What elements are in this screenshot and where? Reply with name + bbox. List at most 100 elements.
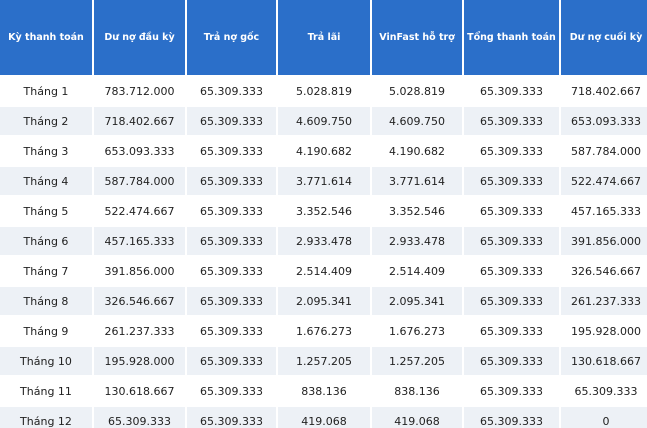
cell-opening-balance: 522.474.667 — [94, 197, 185, 227]
cell-principal-payment: 65.309.333 — [187, 107, 276, 137]
cell-opening-balance: 653.093.333 — [94, 137, 185, 167]
cell-payment-period: Tháng 8 — [0, 287, 92, 317]
cell-closing-balance: 195.928.000 — [561, 317, 647, 347]
cell-interest-payment: 4.190.682 — [278, 137, 370, 167]
cell-vinfast-support: 2.514.409 — [372, 257, 462, 287]
table-row: Tháng 7 391.856.000 65.309.333 2.514.409 2.5… — [0, 257, 647, 287]
cell-principal-payment: 65.309.333 — [187, 317, 276, 347]
cell-total-payment: 65.309.333 — [464, 227, 559, 257]
cell-payment-period: Tháng 1 — [0, 77, 92, 107]
cell-interest-payment: 3.771.614 — [278, 167, 370, 197]
table-row: Tháng 2 718.402.667 65.309.333 4.609.750 4.6… — [0, 107, 647, 137]
cell-principal-payment: 65.309.333 — [187, 137, 276, 167]
header-total-payment: Tổng thanh toán — [464, 0, 559, 77]
table-row: Tháng 12 65.309.333 65.309.333 419.068 419.0… — [0, 407, 647, 428]
cell-opening-balance: 783.712.000 — [94, 77, 185, 107]
cell-vinfast-support: 2.095.341 — [372, 287, 462, 317]
cell-closing-balance: 130.618.667 — [561, 347, 647, 377]
cell-opening-balance: 195.928.000 — [94, 347, 185, 377]
table-row: Tháng 9 261.237.333 65.309.333 1.676.273 1.6… — [0, 317, 647, 347]
table-row: Tháng 3 653.093.333 65.309.333 4.190.682 4.1… — [0, 137, 647, 167]
table-body: Tháng 1 783.712.000 65.309.333 5.028.819 5.0… — [0, 77, 647, 428]
cell-total-payment: 65.309.333 — [464, 197, 559, 227]
cell-payment-period: Tháng 2 — [0, 107, 92, 137]
table-row: Tháng 10 195.928.000 65.309.333 1.257.205 1.… — [0, 347, 647, 377]
table-row: Tháng 8 326.546.667 65.309.333 2.095.341 2.0… — [0, 287, 647, 317]
cell-interest-payment: 2.933.478 — [278, 227, 370, 257]
header-closing-balance: Dư nợ cuối kỳ — [561, 0, 647, 77]
header-row: Kỳ thanh toán Dư nợ đầu kỳ Trả nợ gốc Tr… — [0, 0, 647, 77]
cell-vinfast-support: 2.933.478 — [372, 227, 462, 257]
cell-opening-balance: 130.618.667 — [94, 377, 185, 407]
cell-principal-payment: 65.309.333 — [187, 197, 276, 227]
cell-vinfast-support: 3.771.614 — [372, 167, 462, 197]
cell-opening-balance: 65.309.333 — [94, 407, 185, 428]
cell-interest-payment: 2.095.341 — [278, 287, 370, 317]
cell-total-payment: 65.309.333 — [464, 167, 559, 197]
cell-total-payment: 65.309.333 — [464, 317, 559, 347]
cell-closing-balance: 457.165.333 — [561, 197, 647, 227]
header-payment-period: Kỳ thanh toán — [0, 0, 92, 77]
loan-schedule-container: Kỳ thanh toán Dư nợ đầu kỳ Trả nợ gốc Tr… — [0, 0, 647, 428]
cell-payment-period: Tháng 11 — [0, 377, 92, 407]
cell-opening-balance: 718.402.667 — [94, 107, 185, 137]
cell-principal-payment: 65.309.333 — [187, 257, 276, 287]
cell-closing-balance: 0 — [561, 407, 647, 428]
cell-total-payment: 65.309.333 — [464, 77, 559, 107]
cell-closing-balance: 653.093.333 — [561, 107, 647, 137]
cell-opening-balance: 587.784.000 — [94, 167, 185, 197]
cell-total-payment: 65.309.333 — [464, 377, 559, 407]
cell-total-payment: 65.309.333 — [464, 287, 559, 317]
cell-principal-payment: 65.309.333 — [187, 227, 276, 257]
cell-interest-payment: 1.257.205 — [278, 347, 370, 377]
table-header: Kỳ thanh toán Dư nợ đầu kỳ Trả nợ gốc Tr… — [0, 0, 647, 77]
cell-vinfast-support: 4.609.750 — [372, 107, 462, 137]
cell-closing-balance: 718.402.667 — [561, 77, 647, 107]
table-row: Tháng 11 130.618.667 65.309.333 838.136 838.… — [0, 377, 647, 407]
cell-principal-payment: 65.309.333 — [187, 287, 276, 317]
cell-closing-balance: 65.309.333 — [561, 377, 647, 407]
table-row: Tháng 5 522.474.667 65.309.333 3.352.546 3.3… — [0, 197, 647, 227]
cell-principal-payment: 65.309.333 — [187, 167, 276, 197]
cell-vinfast-support: 1.676.273 — [372, 317, 462, 347]
cell-payment-period: Tháng 7 — [0, 257, 92, 287]
cell-payment-period: Tháng 10 — [0, 347, 92, 377]
header-principal-payment: Trả nợ gốc — [187, 0, 276, 77]
cell-total-payment: 65.309.333 — [464, 257, 559, 287]
cell-opening-balance: 261.237.333 — [94, 317, 185, 347]
cell-payment-period: Tháng 9 — [0, 317, 92, 347]
cell-total-payment: 65.309.333 — [464, 347, 559, 377]
header-interest-payment: Trả lãi — [278, 0, 370, 77]
cell-principal-payment: 65.309.333 — [187, 407, 276, 428]
cell-payment-period: Tháng 6 — [0, 227, 92, 257]
cell-interest-payment: 4.609.750 — [278, 107, 370, 137]
cell-closing-balance: 391.856.000 — [561, 227, 647, 257]
header-opening-balance: Dư nợ đầu kỳ — [94, 0, 185, 77]
cell-vinfast-support: 3.352.546 — [372, 197, 462, 227]
cell-payment-period: Tháng 5 — [0, 197, 92, 227]
cell-payment-period: Tháng 12 — [0, 407, 92, 428]
header-vinfast-support: VinFast hỗ trợ — [372, 0, 462, 77]
cell-opening-balance: 391.856.000 — [94, 257, 185, 287]
cell-closing-balance: 522.474.667 — [561, 167, 647, 197]
cell-vinfast-support: 1.257.205 — [372, 347, 462, 377]
cell-closing-balance: 261.237.333 — [561, 287, 647, 317]
cell-principal-payment: 65.309.333 — [187, 377, 276, 407]
table-row: Tháng 1 783.712.000 65.309.333 5.028.819 5.0… — [0, 77, 647, 107]
cell-vinfast-support: 838.136 — [372, 377, 462, 407]
cell-interest-payment: 419.068 — [278, 407, 370, 428]
loan-payment-schedule-table: Kỳ thanh toán Dư nợ đầu kỳ Trả nợ gốc Tr… — [0, 0, 647, 428]
cell-total-payment: 65.309.333 — [464, 407, 559, 428]
cell-payment-period: Tháng 4 — [0, 167, 92, 197]
cell-vinfast-support: 419.068 — [372, 407, 462, 428]
cell-interest-payment: 3.352.546 — [278, 197, 370, 227]
cell-closing-balance: 326.546.667 — [561, 257, 647, 287]
table-row: Tháng 4 587.784.000 65.309.333 3.771.614 3.7… — [0, 167, 647, 197]
cell-interest-payment: 838.136 — [278, 377, 370, 407]
cell-interest-payment: 2.514.409 — [278, 257, 370, 287]
cell-vinfast-support: 4.190.682 — [372, 137, 462, 167]
cell-principal-payment: 65.309.333 — [187, 347, 276, 377]
cell-principal-payment: 65.309.333 — [187, 77, 276, 107]
cell-interest-payment: 5.028.819 — [278, 77, 370, 107]
cell-total-payment: 65.309.333 — [464, 107, 559, 137]
